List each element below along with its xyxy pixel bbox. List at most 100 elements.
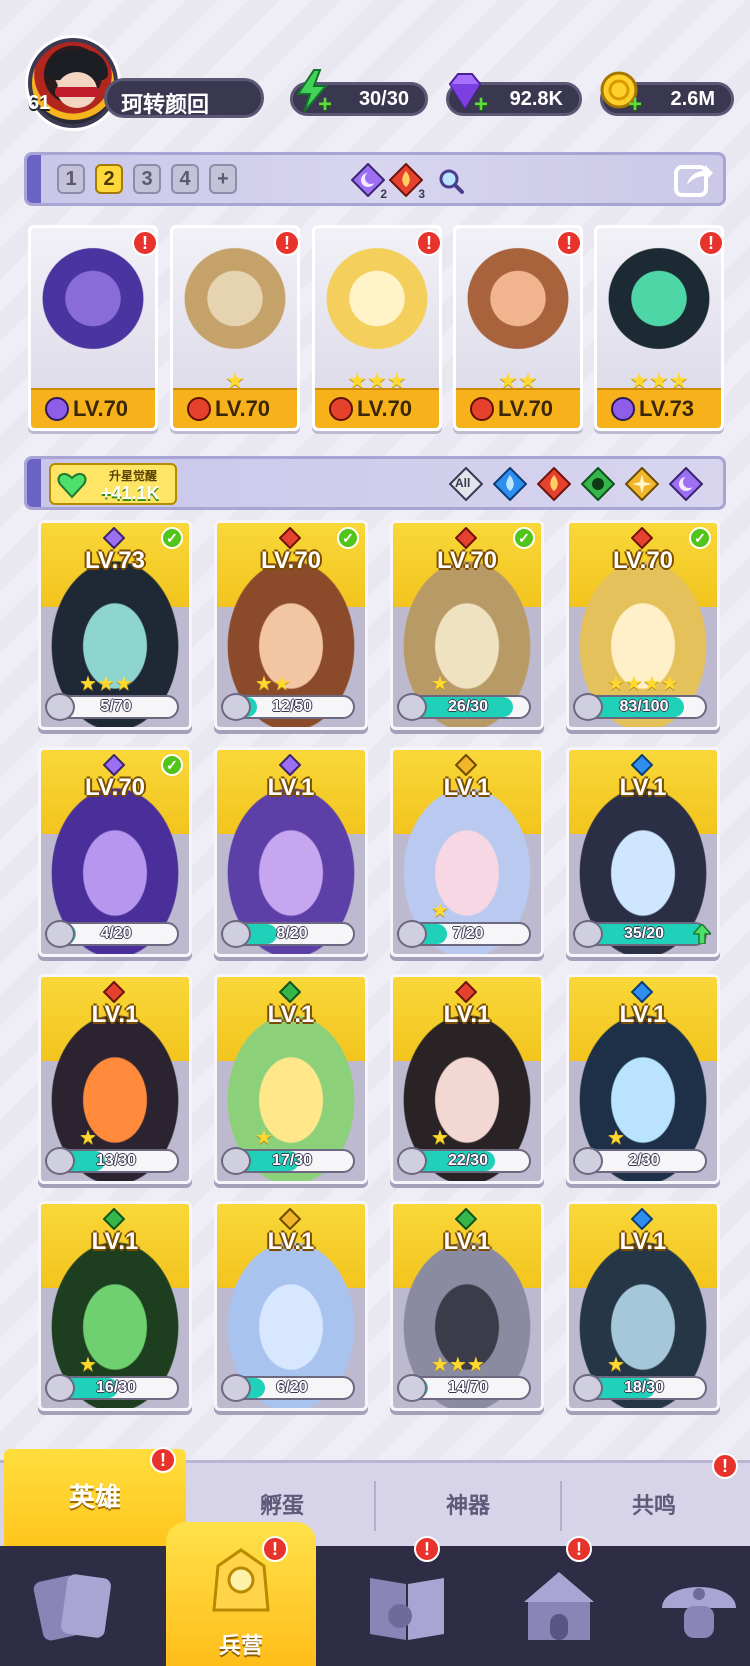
hero-card[interactable]: LV.1 ★ 22/30 [390, 974, 544, 1184]
lineup-slot-1[interactable]: LV.70 [28, 225, 158, 431]
nav-cards[interactable] [0, 1546, 150, 1666]
lineup-slot-3[interactable]: ★★★ LV.70 [312, 225, 442, 431]
team-moon-count: 2 [350, 162, 387, 201]
hero-level: LV.70 [84, 774, 146, 801]
lineup-level: LV.70 [215, 396, 271, 421]
hero-card[interactable]: LV.1 ★ 17/30 [214, 974, 368, 1184]
hero-card[interactable]: LV.70 ✓ ★★ 12/50 [214, 520, 368, 730]
team-moon-count-value: 2 [380, 187, 387, 201]
hero-card[interactable]: LV.70 ✓ 4/20 [38, 747, 192, 957]
hero-level: LV.1 [267, 1001, 315, 1028]
deployed-check-icon: ✓ [337, 527, 359, 549]
filter-all-label: All [455, 476, 471, 490]
team-search-icon[interactable] [437, 167, 465, 195]
team-tab-2[interactable]: 2 [95, 164, 123, 194]
shard-icon [221, 1374, 251, 1402]
water-element-icon [631, 754, 653, 776]
hero-stars: ★ [79, 1127, 97, 1149]
water-element-icon [631, 981, 653, 1003]
tab-resonance-alert-icon: ! [712, 1453, 738, 1479]
nav-mushroom[interactable] [624, 1546, 750, 1666]
hero-level: LV.1 [267, 774, 315, 801]
hero-card[interactable]: LV.70 ✓ ★ 26/30 [390, 520, 544, 730]
shard-icon [45, 1374, 75, 1402]
team-tab-3[interactable]: 3 [133, 164, 161, 194]
add-team-button[interactable]: + [209, 164, 237, 194]
hero-card[interactable]: LV.1 35/20 [566, 747, 720, 957]
temple-icon [524, 1572, 594, 1640]
deployed-check-icon: ✓ [161, 527, 183, 549]
filter-moon-icon[interactable] [669, 467, 703, 501]
gold-add-icon[interactable]: + [628, 93, 646, 117]
lineup-slot-2[interactable]: ★ LV.70 [170, 225, 300, 431]
hero-card[interactable]: LV.1 ★ 18/30 [566, 1201, 720, 1411]
shard-icon [397, 1147, 427, 1175]
filter-light-icon[interactable] [625, 467, 659, 501]
fire-element-icon [455, 981, 477, 1003]
energy-add-icon[interactable]: + [318, 93, 336, 117]
lineup-3-alert-icon: ! [416, 230, 442, 256]
team-bar: 1 2 3 4 + 2 3 [24, 152, 726, 206]
tab-artifact[interactable]: 神器 [376, 1463, 560, 1549]
team-tab-1[interactable]: 1 [57, 164, 85, 194]
hero-level: LV.1 [91, 1228, 139, 1255]
hero-card[interactable]: LV.1 ★ 2/30 [566, 974, 720, 1184]
filter-nature-icon[interactable] [581, 467, 615, 501]
hero-stars: ★ [255, 1127, 273, 1149]
nav-barracks[interactable]: 兵营 [166, 1522, 316, 1666]
shard-icon [45, 1147, 75, 1175]
hero-level: LV.70 [612, 547, 674, 574]
fire-element-icon [631, 527, 653, 549]
hero-level: LV.73 [84, 547, 146, 574]
fire-element-icon [455, 527, 477, 549]
hero-level: LV.70 [260, 547, 322, 574]
nav-temple[interactable] [484, 1546, 634, 1666]
hero-stars: ★★★★ [607, 673, 679, 695]
shard-icon [397, 920, 427, 948]
shard-icon [221, 1147, 251, 1175]
hero-stars: ★ [431, 900, 449, 922]
moon-element-icon [279, 754, 301, 776]
filter-fire-icon[interactable] [537, 467, 571, 501]
moon-element-icon [103, 754, 125, 776]
hero-portrait [37, 240, 149, 370]
fire-element-icon [279, 527, 301, 549]
nav-book[interactable] [332, 1546, 482, 1666]
hero-portrait [603, 240, 715, 370]
nav-barracks-alert-icon: ! [262, 1536, 288, 1562]
hero-stars: ★ [607, 1354, 625, 1376]
hero-level: LV.1 [619, 774, 667, 801]
hero-card[interactable]: LV.73 ✓ ★★★ 5/70 [38, 520, 192, 730]
hero-level: LV.1 [443, 774, 491, 801]
shard-icon [573, 920, 603, 948]
player-name-pill[interactable]: 珂转颜回 [104, 78, 264, 118]
light-element-icon [455, 754, 477, 776]
hero-stars: ★ [431, 1127, 449, 1149]
share-icon[interactable] [673, 159, 715, 199]
lineup-slot-5[interactable]: ★★★ LV.73 [594, 225, 724, 431]
hero-card[interactable]: LV.1 6/20 [214, 1201, 368, 1411]
lineup-4-alert-icon: ! [556, 230, 582, 256]
deployed-check-icon: ✓ [161, 754, 183, 776]
lineup-level-bar: LV.70 [173, 388, 297, 428]
nav-temple-alert-icon: ! [566, 1536, 592, 1562]
filter-water-icon[interactable] [493, 467, 527, 501]
gem-add-icon[interactable]: + [474, 93, 492, 117]
hero-level: LV.1 [267, 1228, 315, 1255]
star-awaken-button[interactable]: 升星觉醒 +41.1K [49, 463, 177, 505]
lineup-slot-4[interactable]: ★★ LV.70 [453, 225, 583, 431]
tab-heroes-alert-icon: ! [150, 1447, 176, 1473]
fire-element-icon [329, 397, 353, 421]
hero-card[interactable]: LV.1 ★ 16/30 [38, 1201, 192, 1411]
hero-card[interactable]: LV.1 8/20 [214, 747, 368, 957]
shard-icon [573, 1374, 603, 1402]
hero-card[interactable]: LV.70 ✓ ★★★★ 83/100 [566, 520, 720, 730]
shard-icon [397, 693, 427, 721]
lineup-level-bar: LV.70 [456, 388, 580, 428]
team-tab-4[interactable]: 4 [171, 164, 199, 194]
hero-card[interactable]: LV.1 ★ 7/20 [390, 747, 544, 957]
shard-icon [45, 693, 75, 721]
hero-card[interactable]: LV.1 ★ 13/30 [38, 974, 192, 1184]
upgrade-arrow-icon [693, 924, 711, 944]
hero-card[interactable]: LV.1 ★★★ 14/70 [390, 1201, 544, 1411]
